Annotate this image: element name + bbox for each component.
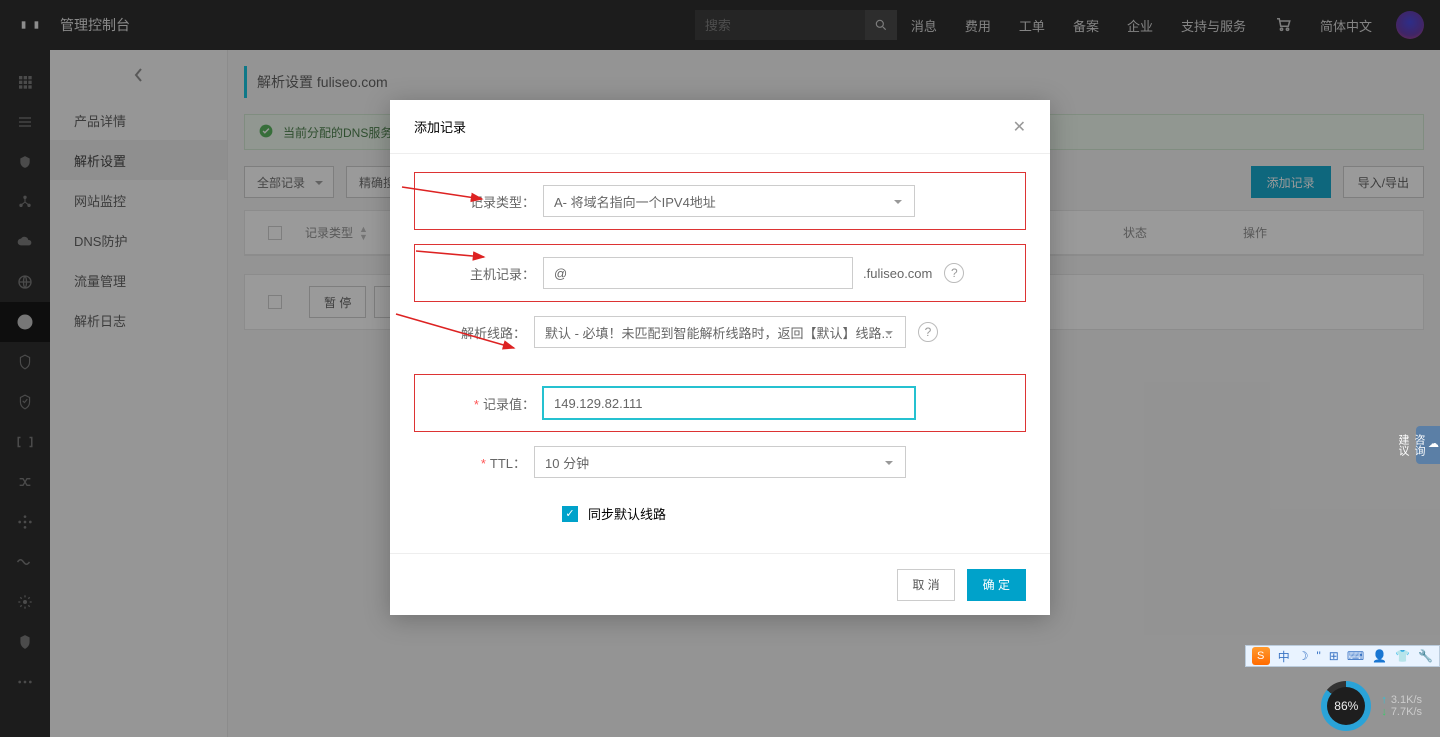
input-host-record[interactable]	[543, 257, 853, 289]
highlight-record-value: *记录值：	[414, 374, 1026, 432]
ime-lang[interactable]: 中	[1278, 648, 1290, 665]
label-ttl: *TTL：	[414, 453, 534, 472]
sync-line-label: 同步默认线路	[588, 504, 666, 523]
speed-down: 7.7K/s	[1391, 706, 1422, 718]
add-record-modal: 添加记录 ✕ 记录类型： A- 将域名指向一个IPV4地址 主机记录： .ful…	[390, 100, 1050, 615]
speed-percent: 86%	[1327, 687, 1365, 725]
speed-up: 3.1K/s	[1391, 694, 1422, 706]
speed-ring: 86%	[1321, 681, 1371, 731]
close-icon[interactable]: ✕	[1013, 117, 1026, 137]
right-helper[interactable]: ☁ 咨询 建议	[1416, 426, 1440, 464]
label-host-record: 主机记录：	[423, 264, 543, 283]
up-arrow-icon: ↑	[1381, 694, 1387, 706]
label-record-value: *记录值：	[423, 394, 543, 413]
ime-logo-icon: S	[1252, 647, 1270, 665]
cancel-button[interactable]: 取 消	[897, 569, 954, 601]
down-arrow-icon: ↓	[1381, 706, 1387, 718]
ime-tool-icon[interactable]: 🔧	[1418, 649, 1433, 663]
modal-header: 添加记录 ✕	[390, 100, 1050, 154]
modal-title: 添加记录	[414, 117, 466, 136]
highlight-host-record: 主机记录： .fuliseo.com ?	[414, 244, 1026, 302]
select-ttl[interactable]: 10 分钟	[534, 446, 906, 478]
help-icon-line[interactable]: ?	[918, 322, 938, 342]
label-line: 解析线路：	[414, 323, 534, 342]
modal-footer: 取 消 确 定	[390, 553, 1050, 615]
help-icon[interactable]: ?	[944, 263, 964, 283]
select-line[interactable]: 默认 - 必填！未匹配到智能解析线路时，返回【默认】线路...	[534, 316, 906, 348]
ime-user-icon[interactable]: 👤	[1372, 649, 1387, 663]
modal-overlay: 添加记录 ✕ 记录类型： A- 将域名指向一个IPV4地址 主机记录： .ful…	[0, 0, 1440, 737]
ime-skin-icon[interactable]: 👕	[1395, 649, 1410, 663]
sync-line-checkbox[interactable]: ✓	[562, 506, 578, 522]
input-record-value[interactable]	[543, 387, 915, 419]
ime-keyboard-icon[interactable]: ⌨	[1347, 649, 1364, 663]
ime-moon-icon[interactable]: ☽	[1298, 649, 1309, 663]
speed-widget: 86% ↑ 3.1K/s ↓ 7.7K/s	[1321, 681, 1422, 731]
helper-cloud-icon: ☁	[1427, 434, 1440, 452]
select-record-type[interactable]: A- 将域名指向一个IPV4地址	[543, 185, 915, 217]
helper-consult[interactable]: 咨询	[1411, 434, 1427, 456]
sync-line-row: ✓ 同步默认线路	[562, 504, 1026, 523]
label-record-type: 记录类型：	[423, 192, 543, 211]
helper-suggest[interactable]: 建议	[1395, 434, 1411, 456]
domain-suffix: .fuliseo.com	[863, 266, 932, 281]
confirm-button[interactable]: 确 定	[967, 569, 1026, 601]
ime-dot-icon[interactable]: "	[1316, 649, 1320, 663]
ime-bar: S 中 ☽ " ⊞ ⌨ 👤 👕 🔧	[1245, 645, 1440, 667]
highlight-record-type: 记录类型： A- 将域名指向一个IPV4地址	[414, 172, 1026, 230]
ime-grid-icon[interactable]: ⊞	[1329, 649, 1339, 663]
